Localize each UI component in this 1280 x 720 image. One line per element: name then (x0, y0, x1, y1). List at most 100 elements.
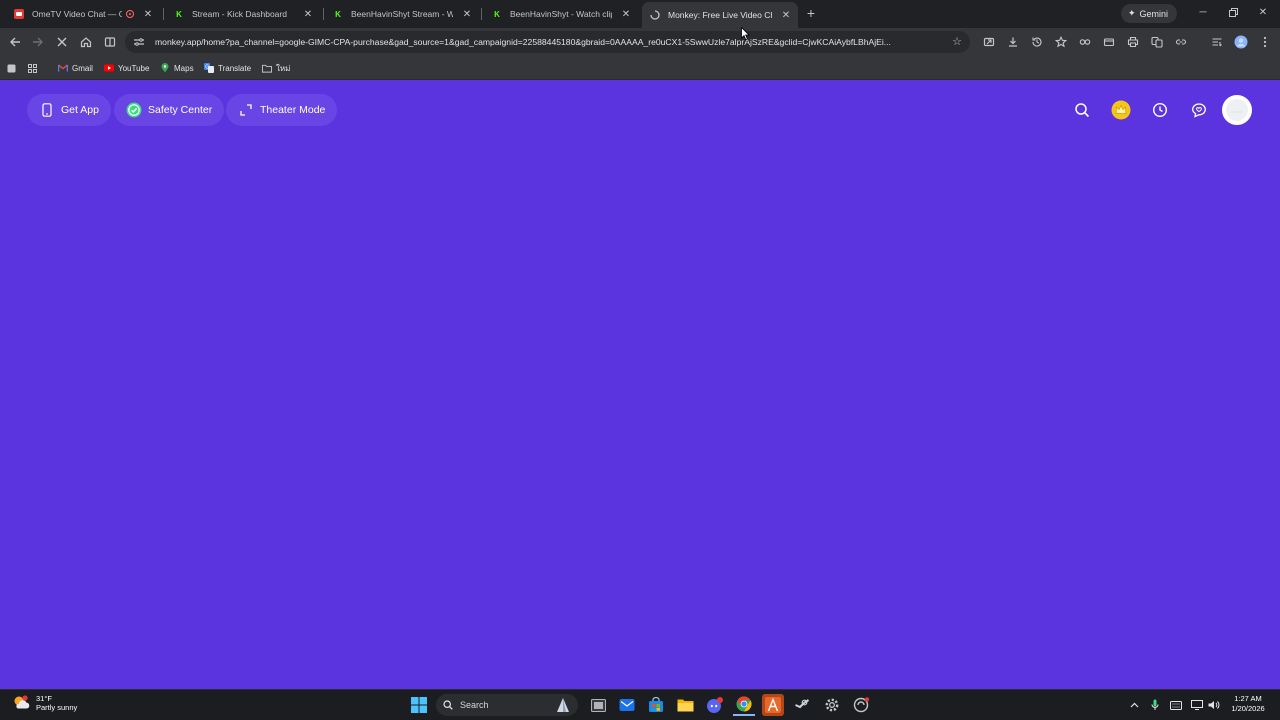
volume-icon[interactable] (1207, 698, 1221, 712)
new-tab-button[interactable]: + (804, 6, 818, 20)
tab-kick-dashboard[interactable]: K Stream - Kick Dashboard ✕ (166, 3, 320, 25)
bookmark-star-icon[interactable]: ☆ (952, 35, 962, 49)
clock-date: 1/20/2026 (1231, 704, 1265, 713)
youtube-icon (104, 63, 114, 73)
chat-icon (1192, 103, 1206, 118)
bookmark-apps[interactable] (6, 61, 16, 75)
url-text[interactable]: monkey.app/home?pa_channel=google-GIMC-C… (155, 37, 943, 47)
folder-icon (262, 63, 272, 73)
tab-monkey[interactable]: Monkey: Free Live Video Chat ✕ (642, 2, 798, 28)
bookmark-folder[interactable]: ใหม่ (262, 61, 290, 75)
bookmark-youtube[interactable]: YouTube (104, 61, 149, 75)
tab-title: BeenHavinShyt Stream - Watch (351, 9, 453, 19)
tray-overflow-icon[interactable] (1127, 698, 1141, 712)
expand-icon (238, 102, 254, 118)
safety-center-button[interactable]: Safety Center (114, 94, 225, 126)
tab-ometv[interactable]: OmeTV Video Chat — Ome ✕ (6, 3, 160, 25)
close-window-button[interactable]: ✕ (1253, 4, 1273, 22)
microphone-icon[interactable] (1148, 698, 1162, 712)
file-explorer-app[interactable] (674, 694, 696, 716)
chrome-app[interactable] (733, 694, 755, 716)
close-tab-icon[interactable]: ✕ (780, 10, 792, 21)
weather-temp: 31°F (36, 694, 52, 703)
menu-icon[interactable] (1256, 33, 1274, 51)
favorites-icon[interactable] (1052, 33, 1070, 51)
translate-page-icon[interactable] (1148, 33, 1166, 51)
taskbar-clock[interactable]: 1:27 AM 1/20/2026 (1224, 694, 1272, 714)
sparkle-icon: ✦ (1128, 8, 1136, 18)
history-icon (1152, 102, 1168, 118)
password-key-icon[interactable] (1076, 33, 1094, 51)
history-button[interactable] (1146, 96, 1174, 124)
kick-icon: K (335, 9, 341, 19)
mail-app[interactable] (616, 694, 638, 716)
gemini-label: Gemini (1139, 8, 1169, 19)
app-a-orange[interactable] (762, 694, 784, 716)
print-icon[interactable] (1124, 33, 1142, 51)
tab-beenhavinshyt-clips[interactable]: K BeenHavinShyt - Watch clips o ✕ (484, 3, 638, 25)
reading-list-icon[interactable] (1208, 33, 1226, 51)
bookmark-gmail[interactable]: Gmail (58, 61, 93, 75)
obs-app[interactable] (850, 694, 872, 716)
address-bar[interactable]: monkey.app/home?pa_channel=google-GIMC-C… (125, 31, 970, 53)
steam-app[interactable] (791, 694, 813, 716)
bookmark-maps[interactable]: Maps (160, 61, 194, 75)
network-icon[interactable] (1190, 698, 1204, 712)
kick-icon: K (176, 9, 182, 19)
bookmark-label: Translate (218, 63, 252, 73)
chat-button[interactable] (1185, 96, 1213, 124)
back-button[interactable] (6, 33, 24, 51)
home-button[interactable] (77, 33, 95, 51)
close-tab-icon[interactable]: ✕ (461, 9, 473, 20)
bookmark-grid[interactable] (27, 61, 37, 75)
windows-logo-icon (411, 697, 427, 713)
search-placeholder: Search (460, 700, 489, 710)
task-view-icon (590, 698, 606, 712)
split-view-button[interactable] (101, 33, 119, 51)
profile-avatar[interactable] (1232, 33, 1250, 51)
shield-check-icon (126, 102, 142, 118)
start-button[interactable] (408, 694, 430, 716)
forward-button[interactable] (29, 33, 47, 51)
avatar-image-icon (1226, 99, 1248, 121)
get-app-button[interactable]: Get App (27, 94, 111, 126)
premium-button[interactable] (1107, 96, 1135, 124)
discord-app[interactable] (704, 694, 726, 716)
gemini-button[interactable]: ✦ Gemini (1121, 4, 1178, 23)
clock-time: 1:27 AM (1234, 694, 1262, 703)
minimize-button[interactable]: ─ (1193, 4, 1213, 22)
keyboard-icon[interactable] (1169, 698, 1183, 712)
avatar[interactable] (1222, 95, 1252, 125)
browser-toolbar: monkey.app/home?pa_channel=google-GIMC-C… (0, 28, 1280, 56)
close-tab-icon[interactable]: ✕ (302, 9, 314, 20)
maximize-button[interactable] (1223, 4, 1243, 22)
close-tab-icon[interactable]: ✕ (620, 9, 632, 20)
record-app-icon (853, 697, 869, 713)
bookmark-translate[interactable]: G Translate (204, 61, 251, 75)
taskbar-search[interactable]: Search (436, 694, 578, 716)
close-tab-icon[interactable]: ✕ (142, 9, 154, 20)
site-info-icon[interactable] (133, 35, 147, 49)
stop-loading-button[interactable] (53, 33, 71, 51)
bookmark-label: ใหม่ (276, 63, 291, 73)
cast-icon[interactable] (980, 33, 998, 51)
loading-icon (650, 10, 660, 20)
tab-beenhavinshyt-stream[interactable]: K BeenHavinShyt Stream - Watch ✕ (325, 3, 479, 25)
payment-card-icon[interactable] (1100, 33, 1118, 51)
history-toolbar-icon[interactable] (1028, 33, 1046, 51)
store-app[interactable] (645, 694, 667, 716)
tab-divider (481, 8, 482, 20)
task-view-button[interactable] (587, 694, 609, 716)
get-app-label: Get App (61, 104, 99, 116)
weather-widget[interactable]: 31°F Partly sunny (12, 694, 77, 712)
square-icon (6, 63, 16, 73)
weather-condition: Partly sunny (36, 703, 78, 712)
theater-mode-button[interactable]: Theater Mode (226, 94, 338, 126)
download-icon[interactable] (1004, 33, 1022, 51)
search-button[interactable] (1068, 96, 1096, 124)
svg-text:G: G (205, 65, 209, 71)
weather-icon (14, 695, 30, 709)
link-icon[interactable] (1172, 33, 1190, 51)
settings-app[interactable] (821, 694, 843, 716)
monkey-page: Get App Safety Center Theater Mode (0, 80, 1280, 689)
